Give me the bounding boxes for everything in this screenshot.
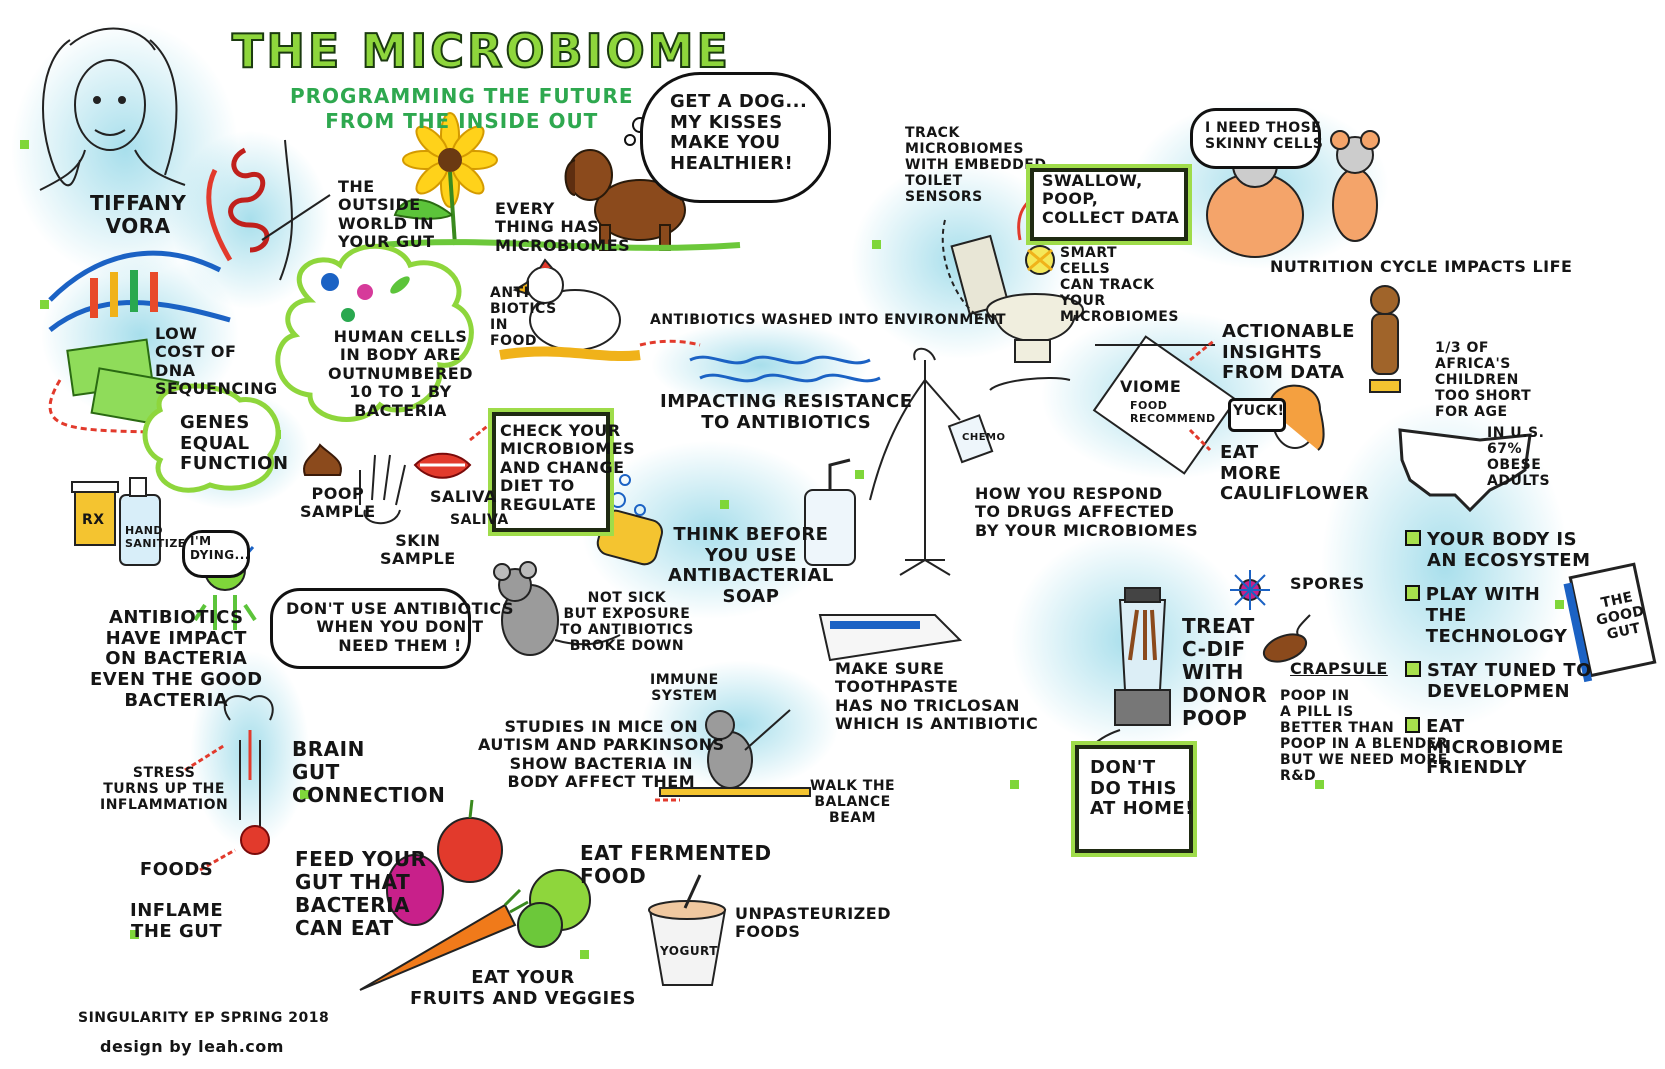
washed-environment-text: ANTIBIOTICS WASHED INTO ENVIRONMENT — [650, 312, 1007, 328]
unpasteurized-text: UNPASTEURIZED FOODS — [735, 904, 891, 942]
chemo-label: CHEMO — [962, 432, 1006, 443]
checkbox-icon — [1405, 716, 1421, 733]
dont-do-home-text: DON'T DO THIS AT HOME! — [1090, 757, 1194, 820]
footer-credit: design by leah.com — [100, 1037, 284, 1056]
smart-cell-icon — [1025, 245, 1055, 275]
page-subtitle: PROGRAMMING THE FUTURE FROM THE INSIDE O… — [290, 84, 634, 133]
toothpaste-text: MAKE SURE TOOTHPASTE HAS NO TRICLOSAN WH… — [835, 659, 1039, 734]
everything-microbiomes-text: EVERY THING HAS MICROBIOMES — [495, 199, 631, 255]
check-microbiomes-text: CHECK YOUR MICROBIOMES AND CHANGE DIET T… — [500, 421, 636, 514]
actionable-insights-text: ACTIONABLE INSIGHTS FROM DATA — [1222, 321, 1355, 384]
takeaway-item: PLAY WITH THE TECHNOLOGY — [1405, 585, 1595, 647]
dying-speech-text: I'M DYING... — [190, 534, 250, 562]
africa-children-text: 1/3 OF AFRICA'S CHILDREN TOO SHORT FOR A… — [1435, 340, 1532, 421]
checkbox-icon — [1405, 585, 1420, 602]
connector-viome — [989, 377, 1071, 391]
fruits-veggies-text: EAT YOUR FRUITS AND VEGGIES — [410, 967, 636, 1009]
balance-beam-text: WALK THE BALANCE BEAM — [810, 778, 896, 827]
genes-function-text: GENES EQUAL FUNCTION — [180, 412, 289, 475]
lips-icon — [413, 452, 472, 479]
dog-speech-text: GET A DOG... MY KISSES MAKE YOU HEALTHIE… — [670, 91, 808, 175]
crapsule-text: CRAPSULE — [1290, 659, 1388, 678]
checkbox-icon — [1405, 661, 1421, 678]
dna-helix-drawing — [48, 250, 231, 332]
speaker-portrait — [39, 27, 186, 191]
outside-world-text: THE OUTSIDE WORLD IN YOUR GUT — [338, 177, 435, 252]
skinny-cells-text: I NEED THOSE SKINNY CELLS — [1205, 120, 1324, 153]
viome-label: VIOME — [1120, 377, 1182, 396]
footer-event: SINGULARITY EP SPRING 2018 — [78, 1010, 330, 1026]
antibiotics-in-food-text: ANTI BIOTICS IN FOOD — [490, 285, 557, 350]
treat-cdif-text: TREAT C-DIF WITH DONOR POOP — [1182, 614, 1268, 730]
immune-system-text: IMMUNE SYSTEM — [650, 672, 719, 705]
iv-stand-drawing — [899, 347, 994, 576]
hand-sanitizer-icon — [119, 477, 161, 566]
skinny-mouse-drawing — [1330, 130, 1380, 242]
takeaway-item: YOUR BODY IS AN ECOSYSTEM — [1405, 529, 1595, 571]
swallow-poop-text: SWALLOW, POOP, COLLECT DATA — [1042, 171, 1180, 227]
brain-gut-text: BRAIN GUT CONNECTION — [292, 737, 446, 807]
foods-inflame-text: FOODS INFLAME THE GUT — [130, 859, 224, 943]
speaker-name: TIFFANY VORA — [90, 191, 187, 238]
drugs-response-text: HOW YOU RESPOND TO DRUGS AFFECTED BY YOU… — [975, 484, 1199, 540]
arrow-insights — [1189, 338, 1216, 362]
eat-cauliflower-text: EAT MORE CAULIFLOWER — [1220, 442, 1370, 505]
studies-mice-text: STUDIES IN MICE ON AUTISM AND PARKINSONS… — [478, 717, 725, 792]
feed-gut-text: FEED YOUR GUT THAT BACTERIA CAN EAT — [295, 847, 427, 940]
poop-icon — [303, 443, 342, 476]
checkbox-icon — [1405, 530, 1421, 546]
poop-sample-text: POOP SAMPLE — [300, 484, 376, 522]
takeaways-list: YOUR BODY IS AN ECOSYSTEM PLAY WITH THE … — [1405, 529, 1595, 779]
arrow-washed — [639, 339, 701, 347]
takeaway-item: STAY TUNED TO DEVELOPMEN — [1405, 660, 1595, 702]
track-toilet-text: TRACK MICROBIOMES WITH EMBEDDED TOILET S… — [905, 125, 1047, 206]
human-cells-text: HUMAN CELLS IN BODY ARE OUTNUMBERED 10 T… — [328, 327, 473, 420]
water-waves — [689, 355, 881, 383]
toothpaste-icon — [818, 614, 963, 662]
arrow-swallow — [1017, 198, 1032, 241]
book-title: THE GOOD GUT — [1594, 589, 1647, 644]
yogurt-label: YOGURT — [660, 944, 718, 958]
skin-sample-text: SKIN SAMPLE — [380, 531, 456, 569]
child-figure-drawing — [1369, 285, 1401, 393]
nutrition-cycle-text: NUTRITION CYCLE IMPACTS LIFE — [1270, 257, 1573, 276]
arrow-spores — [1296, 614, 1311, 636]
eat-fermented-text: EAT FERMENTED FOOD — [580, 841, 772, 888]
us-obese-text: IN U.S. 67% OBESE ADULTS — [1487, 425, 1551, 490]
saliva-text: SALIVA — [430, 487, 497, 506]
food-recommend-label: FOOD RECOMMEND — [1130, 399, 1216, 425]
spores-text: SPORES — [1290, 574, 1365, 593]
page-title: THE MICROBIOME — [231, 23, 731, 79]
connector-line — [261, 194, 331, 241]
yuck-text: YUCK! — [1233, 403, 1285, 419]
brain-gut-drawing — [223, 695, 274, 855]
stress-text: STRESS TURNS UP THE INFLAMMATION — [100, 765, 229, 814]
dna-sequencing-text: LOW COST OF DNA SEQUENCING — [155, 324, 278, 399]
not-sick-mouse-text: NOT SICK BUT EXPOSURE TO ANTIBIOTICS BRO… — [560, 590, 694, 655]
blender-drawing — [1114, 587, 1171, 726]
takeaway-item: EAT MICROBIOME FRIENDLY — [1405, 716, 1595, 779]
impacting-resistance-text: IMPACTING RESISTANCE TO ANTIBIOTICS — [660, 391, 913, 433]
intestine-drawing — [206, 139, 293, 281]
pill-bottle-label: RX — [82, 512, 105, 528]
smart-cells-text: SMART CELLS CAN TRACK YOUR MICROBIOMES — [1060, 245, 1179, 326]
spore-icon — [1230, 570, 1270, 610]
thought-dot — [624, 134, 636, 146]
dont-use-antibiotics-text: DON'T USE ANTIBIOTICS WHEN YOU DON'T NEE… — [286, 599, 514, 655]
yogurt-cup-icon — [648, 874, 727, 986]
antibiotics-impact-text: ANTIBIOTICS HAVE IMPACT ON BACTERIA EVEN… — [90, 607, 263, 711]
saliva-small-text: SALIVA — [450, 512, 509, 528]
